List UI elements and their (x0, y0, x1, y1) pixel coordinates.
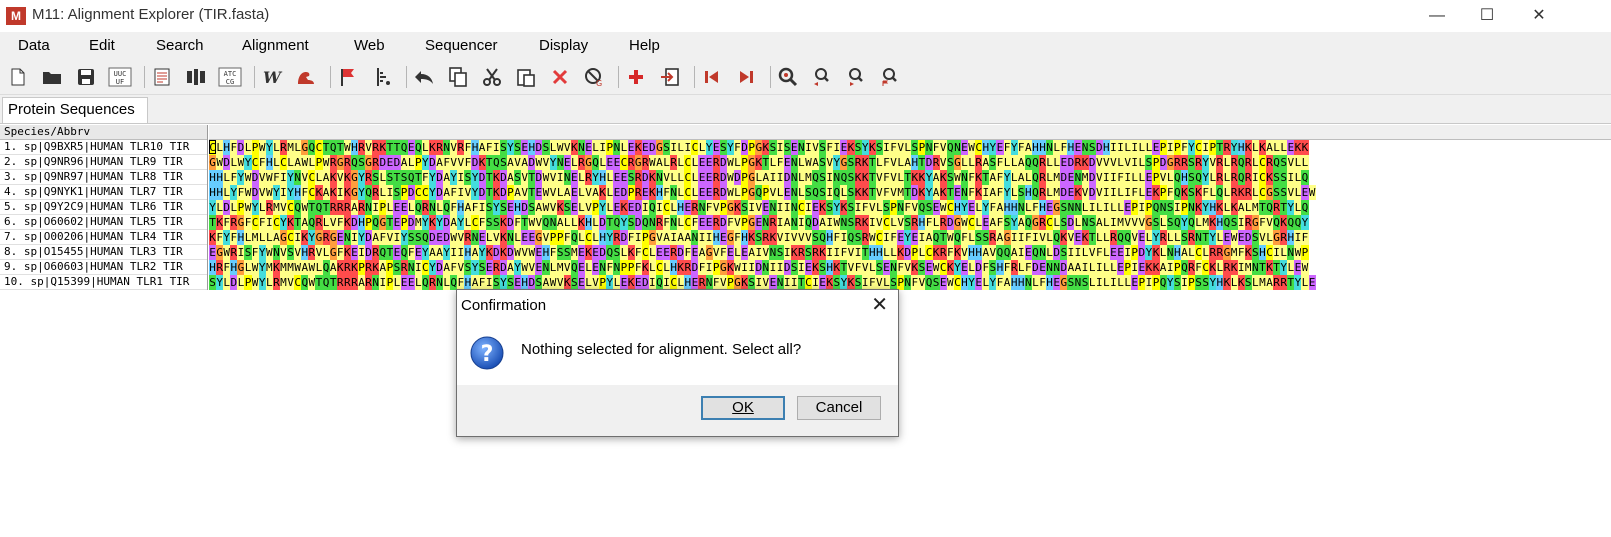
sequence-row[interactable]: CLHFDLPWYLRMLGQCTQTWHRVRKTTQEQLKRNVRFHAF… (209, 140, 1611, 155)
sequence-row[interactable]: SYLDLPWYLRMVCQWTQTRRRARNIPLEELQRNLQFHAFI… (209, 275, 1611, 290)
sequence-name[interactable]: 9. sp|O60603|HUMAN TLR2 TIR (0, 260, 207, 275)
svg-text:CG: CG (226, 78, 234, 86)
title-bar: M M11: Alignment Explorer (TIR.fasta) — … (0, 0, 1611, 32)
find-prev-icon[interactable] (810, 65, 834, 89)
sequence-row[interactable]: EGWRISFYWNVSVHRVLGFKEIDRQTEQFEYAAYIIHAYK… (209, 245, 1611, 260)
toolbar-separator (144, 66, 145, 88)
find-icon[interactable] (776, 65, 800, 89)
next-block-icon[interactable] (734, 65, 758, 89)
svg-text:ATC: ATC (224, 70, 237, 78)
uucf-icon[interactable]: UUC UF (108, 65, 132, 89)
new-file-icon[interactable] (6, 65, 30, 89)
delete-icon[interactable] (548, 65, 572, 89)
menu-sequencer[interactable]: Sequencer (425, 37, 498, 54)
ok-button-label: OK (732, 399, 754, 416)
toolbar: UUC UF ATC CG W G (0, 60, 1611, 95)
toolbar-separator (406, 66, 407, 88)
mega-app-icon: M (6, 7, 26, 25)
toolbar-separator (618, 66, 619, 88)
flag-icon[interactable] (336, 65, 360, 89)
menu-search[interactable]: Search (156, 37, 204, 54)
svg-text:UF: UF (116, 78, 124, 86)
sequence-row[interactable]: GWDLWYCFHLCLAWLPWRGRQSGRDEDALPYDAFVVFDKT… (209, 155, 1611, 170)
close-window-button[interactable]: ✕ (1516, 0, 1562, 32)
add-sequence-icon[interactable] (624, 65, 648, 89)
w-icon[interactable]: W (260, 65, 284, 89)
find-next-icon[interactable] (844, 65, 868, 89)
columns-icon[interactable] (184, 65, 208, 89)
site-ruler (209, 125, 1611, 140)
svg-text:W: W (263, 68, 283, 86)
menu-data[interactable]: Data (18, 37, 50, 54)
sequence-row[interactable]: HRFHGLWYMKMMWAWLQAKRKPRKAPSRNICYDAFVSYSE… (209, 260, 1611, 275)
cut-icon[interactable] (480, 65, 504, 89)
sequence-row[interactable]: TKFRGFCFICYKTAQRLVFKDHPQGTEPDMYKYDAYLCFS… (209, 215, 1611, 230)
dialog-close-button[interactable]: ✕ (871, 293, 888, 317)
tab-protein-sequences[interactable]: Protein Sequences (2, 97, 148, 123)
open-folder-icon[interactable] (40, 65, 64, 89)
svg-text:?: ? (481, 342, 494, 367)
toolbar-separator (694, 66, 695, 88)
confirmation-dialog: Confirmation ✕ ? Nothing selected for al… (456, 289, 899, 437)
sequence-row[interactable]: HHLFYWDVWFIYNVCLAKVKGYRSLSTSQTFYDAYISYDT… (209, 170, 1611, 185)
find-marker-icon[interactable] (878, 65, 902, 89)
copy-icon[interactable] (446, 65, 470, 89)
sequence-name[interactable]: 10. sp|Q15399|HUMAN TLR1 TIR (0, 275, 207, 290)
sequence-row[interactable]: YLDLPWYLRMVCQWTQTRRRARNIPLEELQRNLQFHAFIS… (209, 200, 1611, 215)
menu-display[interactable]: Display (539, 37, 588, 54)
save-icon[interactable] (74, 65, 98, 89)
cancel-button[interactable]: Cancel (797, 396, 881, 420)
sequence-name[interactable]: 6. sp|O60602|HUMAN TLR5 TIR (0, 215, 207, 230)
view-list-icon[interactable] (150, 65, 174, 89)
paste-icon[interactable] (514, 65, 538, 89)
import-icon[interactable] (658, 65, 682, 89)
sequence-name[interactable]: 2. sp|Q9NR96|HUMAN TLR9 TIR (0, 155, 207, 170)
sequence-name-column: Species/Abbrv 1. sp|Q9BXR5|HUMAN TLR10 T… (0, 125, 208, 290)
marker-icon[interactable] (370, 65, 394, 89)
sequence-name[interactable]: 3. sp|Q9NR97|HUMAN TLR8 TIR (0, 170, 207, 185)
question-icon: ? (470, 336, 504, 370)
delete-gap-icon[interactable]: G (582, 65, 606, 89)
toolbar-separator (770, 66, 771, 88)
menu-alignment[interactable]: Alignment (242, 37, 309, 54)
maximize-button[interactable]: ☐ (1464, 0, 1510, 32)
sequence-name[interactable]: 1. sp|Q9BXR5|HUMAN TLR10 TIR (0, 140, 207, 155)
sequence-row[interactable]: HHLYFWDVWYIYHFCKAKIKGYQRLISPDCCYDAFIVYDT… (209, 185, 1611, 200)
menu-bar: Data Edit Search Alignment Web Sequencer… (0, 32, 1611, 60)
dialog-message: Nothing selected for alignment. Select a… (521, 341, 802, 358)
window-title: M11: Alignment Explorer (TIR.fasta) (32, 6, 270, 23)
undo-icon[interactable] (412, 65, 436, 89)
sequence-data-area[interactable]: CLHFDLPWYLRMLGQCTQTWHRVRKTTQEQLKRNVRFHAF… (209, 125, 1611, 290)
species-header: Species/Abbrv (0, 125, 207, 140)
menu-edit[interactable]: Edit (89, 37, 115, 54)
muscle-icon[interactable] (294, 65, 318, 89)
edit-cursor (209, 140, 216, 154)
sequence-row[interactable]: KFYFHLMLLAGCIKYGRGENIYDAFVIYSSQDEDWVRNEL… (209, 230, 1611, 245)
sequence-name[interactable]: 7. sp|O00206|HUMAN TLR4 TIR (0, 230, 207, 245)
prev-block-icon[interactable] (700, 65, 724, 89)
sequence-name[interactable]: 4. sp|Q9NYK1|HUMAN TLR7 TIR (0, 185, 207, 200)
dialog-footer: OK Cancel (457, 385, 898, 436)
atcg-icon[interactable]: ATC CG (218, 65, 242, 89)
sequence-name[interactable]: 8. sp|O15455|HUMAN TLR3 TIR (0, 245, 207, 260)
sequence-name[interactable]: 5. sp|Q9Y2C9|HUMAN TLR6 TIR (0, 200, 207, 215)
toolbar-separator (254, 66, 255, 88)
svg-text:G: G (596, 79, 602, 87)
ok-button[interactable]: OK (701, 396, 785, 420)
minimize-button[interactable]: — (1414, 0, 1460, 32)
menu-web[interactable]: Web (354, 37, 385, 54)
tab-strip: Protein Sequences (0, 95, 1611, 124)
toolbar-separator (330, 66, 331, 88)
dialog-title: Confirmation (461, 297, 547, 314)
menu-help[interactable]: Help (629, 37, 660, 54)
svg-text:UUC: UUC (114, 70, 127, 78)
